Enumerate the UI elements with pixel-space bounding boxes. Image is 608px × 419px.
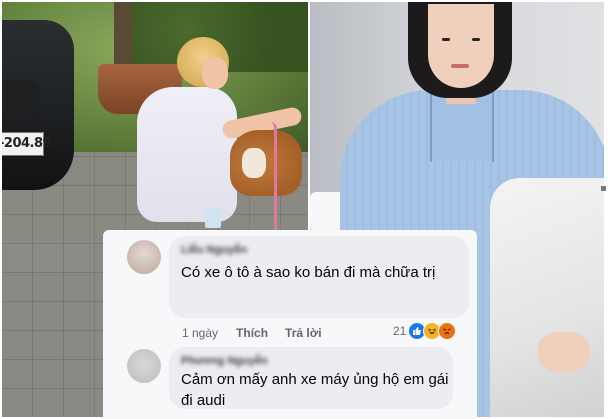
girl-face (202, 57, 228, 89)
car-grille (2, 80, 40, 116)
girl-body (137, 87, 237, 222)
garden-hose (264, 122, 277, 235)
comment-author[interactable]: Phương Nguyễn (181, 355, 268, 367)
license-plate: -204.89 (2, 132, 52, 156)
comment-timestamp[interactable]: 1 ngày (182, 326, 218, 340)
woman-face (428, 4, 494, 88)
left-eye (442, 38, 450, 41)
comment-text: Cảm ơn mấy anh xe máy ủng hộ em gái đi a… (181, 371, 449, 409)
comment-bubble: Liễu Nguyễn Có xe ô tô à sao ko bán đi m… (169, 236, 469, 318)
car: -204.89 (2, 20, 74, 190)
reply-button[interactable]: Trả lời (285, 326, 322, 340)
reaction-count: 21 (393, 324, 407, 338)
mouth (451, 64, 469, 68)
reaction-summary[interactable]: 21 (393, 321, 457, 341)
edge-dot (601, 186, 606, 191)
cup (205, 208, 221, 228)
avatar[interactable] (127, 240, 161, 274)
angry-icon (438, 322, 457, 340)
right-eye (472, 38, 480, 41)
comment-bubble: Phương Nguyễn Cảm ơn mấy anh xe máy ủng … (169, 347, 453, 409)
like-button[interactable]: Thích (236, 326, 268, 340)
white-sheet (490, 178, 604, 417)
hand (538, 332, 590, 372)
dog-face (242, 148, 266, 178)
comment-text: Có xe ô tô à sao ko bán đi mà chữa trị (181, 264, 436, 281)
comment-author[interactable]: Liễu Nguyễn (181, 244, 247, 256)
image-frame: -204.89 Liễu Nguyễn Có xe ô tô à sao ko … (0, 0, 608, 419)
comment-card: Liễu Nguyễn Có xe ô tô à sao ko bán đi m… (103, 230, 477, 419)
comment-actions: 1 ngày Thích Trả lời (182, 324, 322, 342)
avatar[interactable] (127, 349, 161, 383)
